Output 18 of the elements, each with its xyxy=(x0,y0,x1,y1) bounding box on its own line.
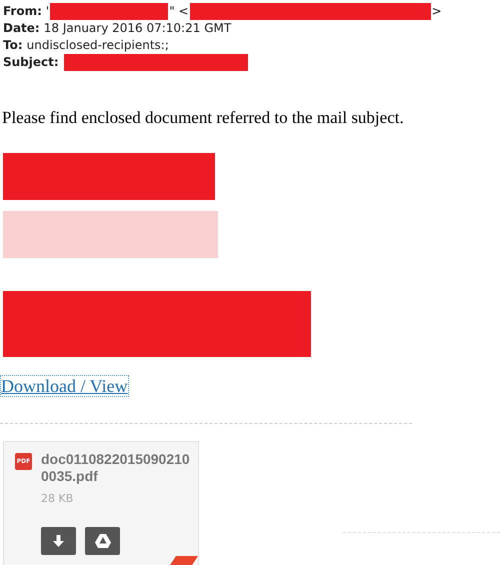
message-text: Please find enclosed document referred to the mail subject. xyxy=(2,107,404,129)
field-value: ' xyxy=(46,3,50,20)
field-label: From: xyxy=(3,3,42,20)
download-icon xyxy=(53,534,64,546)
field-value: > xyxy=(432,3,442,20)
attachment-filename: doc01108220150902100035.pdf xyxy=(41,450,191,484)
field-value: 18 January 2016 07:10:21 GMT xyxy=(44,20,232,37)
attachment-size: 28 KB xyxy=(41,490,74,506)
download-button[interactable] xyxy=(41,526,76,554)
triangle-icon xyxy=(94,534,110,548)
corner-fold-icon xyxy=(170,556,198,564)
field-label: Date: xyxy=(3,20,40,37)
drive-button[interactable] xyxy=(85,526,120,554)
field-label: To: xyxy=(3,37,23,54)
field-label: Subject: xyxy=(3,54,59,71)
download-link[interactable]: Download / View xyxy=(0,374,129,396)
field-value: undisclosed-recipients:; xyxy=(26,37,169,54)
field-value: " < xyxy=(169,3,189,20)
